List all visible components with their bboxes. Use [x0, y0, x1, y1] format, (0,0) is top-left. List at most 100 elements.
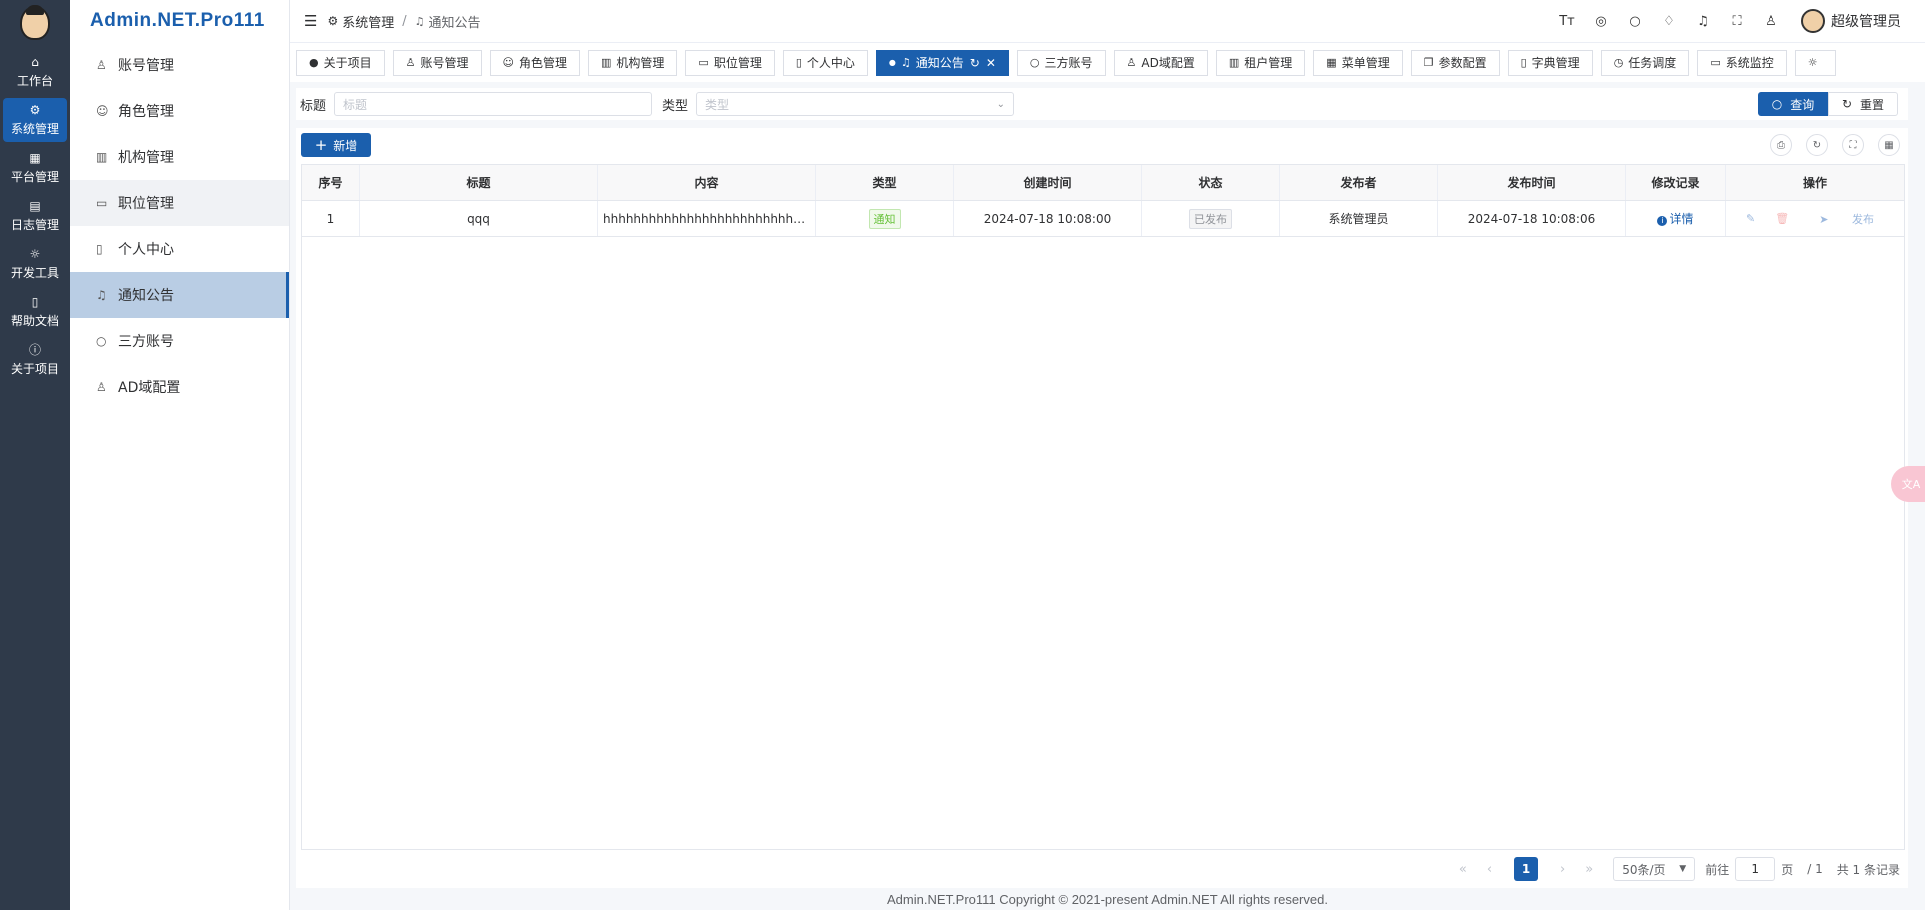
- table-row[interactable]: 1 qqq hhhhhhhhhhhhhhhhhhhhhhhhhhhhhhhhhh…: [302, 201, 1904, 237]
- publish-button[interactable]: ➤ 发布: [1809, 211, 1884, 227]
- building-icon: ▥: [96, 150, 108, 164]
- last-page-icon[interactable]: »: [1585, 862, 1593, 877]
- column-header[interactable]: 发布时间: [1438, 165, 1626, 200]
- reset-button[interactable]: ↻ 重置: [1828, 92, 1898, 116]
- tab-config[interactable]: ❐ 参数配置: [1410, 49, 1500, 76]
- tab-dict[interactable]: ▯ 字典管理: [1507, 49, 1593, 76]
- bell-icon[interactable]: ♫: [1693, 14, 1713, 29]
- sidebar-item-ad-config[interactable]: ♙ AD域配置: [70, 364, 289, 410]
- tab-more[interactable]: ☼: [1794, 49, 1836, 76]
- edit-icon[interactable]: ✎: [1746, 212, 1755, 225]
- column-header[interactable]: 状态: [1142, 165, 1280, 200]
- target-icon[interactable]: ◎: [1591, 14, 1611, 29]
- tab-tenants[interactable]: ▥ 租户管理: [1215, 49, 1306, 76]
- rail-item-platform[interactable]: ▦ 平台管理: [3, 146, 67, 190]
- column-header[interactable]: 类型: [816, 165, 954, 200]
- rail-item-about[interactable]: ⓘ 关于项目: [3, 338, 67, 382]
- tab-monitor[interactable]: ▭ 系统监控: [1697, 49, 1787, 76]
- refresh-icon[interactable]: ↻: [970, 56, 980, 70]
- column-header[interactable]: 序号: [302, 165, 360, 200]
- menu-toggle-icon[interactable]: ☰: [304, 12, 317, 30]
- brand-title: Admin.NET.Pro111: [90, 10, 265, 31]
- tab-profile[interactable]: ▯ 个人中心: [782, 49, 868, 76]
- fullscreen-icon[interactable]: ⛶: [1842, 134, 1864, 156]
- row-content-cell: hhhhhhhhhhhhhhhhhhhhhhhhhhhhhhhhhhhhhhhh…: [598, 201, 816, 236]
- breadcrumb-item[interactable]: 系统管理: [342, 12, 394, 31]
- tab-roles[interactable]: ☺ 角色管理: [489, 49, 580, 76]
- refresh-icon[interactable]: ↻: [1806, 134, 1828, 156]
- goto-page-input[interactable]: 1: [1735, 857, 1776, 881]
- delete-icon[interactable]: 🗑: [1775, 212, 1789, 225]
- sidebar-item-third-party[interactable]: ○ 三方账号: [70, 318, 289, 364]
- search-icon[interactable]: ○: [1625, 14, 1645, 29]
- columns-icon[interactable]: ▦: [1878, 134, 1900, 156]
- logo-avatar-icon: [20, 5, 50, 40]
- column-header[interactable]: 修改记录: [1626, 165, 1726, 200]
- row-publisher: 系统管理员: [1280, 201, 1438, 236]
- user-icon[interactable]: ♙: [1761, 14, 1781, 29]
- print-icon[interactable]: ⎙: [1770, 134, 1792, 156]
- sidebar-item-accounts[interactable]: ♙ 账号管理: [70, 42, 289, 88]
- rail-item-workbench[interactable]: ⌂ 工作台: [3, 50, 67, 94]
- tab-about[interactable]: ● 关于项目: [296, 49, 385, 76]
- sidebar-item-positions[interactable]: ▭ 职位管理: [70, 180, 289, 226]
- total-pages: / 1: [1807, 862, 1823, 876]
- query-button[interactable]: ○ 查询: [1758, 92, 1828, 116]
- info-icon: i: [1657, 216, 1668, 226]
- smile-icon: ☺: [502, 56, 514, 69]
- chevron-down-icon: ⌄: [996, 98, 1006, 110]
- page-number-current[interactable]: 1: [1514, 857, 1539, 881]
- prev-page-icon[interactable]: ‹: [1487, 862, 1492, 877]
- rail-item-logs[interactable]: ▤ 日志管理: [3, 194, 67, 238]
- tab-ad-config[interactable]: ♙ AD域配置: [1113, 49, 1208, 76]
- home-icon: ⌂: [31, 55, 39, 69]
- row-index: 1: [302, 201, 360, 236]
- translate-icon[interactable]: 文A: [1891, 466, 1925, 502]
- font-size-icon[interactable]: Tт: [1557, 14, 1577, 29]
- tabs-bar: ● 关于项目 ♙ 账号管理 ☺ 角色管理 ▥ 机构管理 ▭ 职位管理 ▯ 个人中心 ● ♫ 通知…: [290, 42, 1925, 82]
- sidebar-item-notices[interactable]: ♫ 通知公告: [70, 272, 289, 318]
- breadcrumb-separator: /: [402, 13, 407, 29]
- row-title: qqq: [360, 201, 598, 236]
- tab-jobs[interactable]: ◷ 任务调度: [1600, 49, 1690, 76]
- column-header[interactable]: 发布者: [1280, 165, 1438, 200]
- type-tag: 通知: [868, 208, 901, 229]
- sun-icon: ☼: [1807, 56, 1818, 69]
- table-header: 序号 标题 内容 类型 创建时间 状态 发布者 发布时间 修改记录 操作: [302, 165, 1904, 201]
- bell-icon: ♫: [96, 288, 107, 302]
- row-history-cell: i 详情: [1626, 201, 1726, 236]
- title-search-input[interactable]: 标题: [334, 92, 653, 116]
- tab-third-party[interactable]: ○ 三方账号: [1016, 49, 1106, 76]
- sidebar-item-profile[interactable]: ▯ 个人中心: [70, 226, 289, 272]
- page-size-select[interactable]: 50条/页 ▼: [1613, 857, 1696, 881]
- sidebar-item-roles[interactable]: ☺ 角色管理: [70, 88, 289, 134]
- column-header[interactable]: 标题: [360, 165, 598, 200]
- close-icon[interactable]: ✕: [986, 56, 996, 70]
- app-logo[interactable]: [0, 0, 70, 46]
- badge-icon: ▯: [96, 242, 103, 256]
- rail-item-help[interactable]: ▯ 帮助文档: [3, 290, 67, 334]
- history-detail-link[interactable]: i 详情: [1657, 210, 1694, 227]
- title-label: 标题: [300, 98, 327, 114]
- column-header[interactable]: 创建时间: [954, 165, 1142, 200]
- tab-positions[interactable]: ▭ 职位管理: [685, 49, 775, 76]
- tab-accounts[interactable]: ♙ 账号管理: [392, 49, 482, 76]
- sidebar-item-orgs[interactable]: ▥ 机构管理: [70, 134, 289, 180]
- rail-item-system[interactable]: ⚙ 系统管理: [3, 98, 67, 142]
- first-page-icon[interactable]: «: [1459, 862, 1467, 877]
- next-page-icon[interactable]: ›: [1560, 862, 1565, 877]
- row-published: 2024-07-18 10:08:06: [1438, 201, 1626, 236]
- add-button[interactable]: + 新增: [301, 133, 371, 157]
- tab-menus[interactable]: ▦ 菜单管理: [1313, 49, 1403, 76]
- table-toolbar: + 新增: [296, 128, 1908, 162]
- type-select[interactable]: 类型 ⌄: [696, 92, 1015, 116]
- user-menu[interactable]: 超级管理员: [1801, 9, 1901, 33]
- tab-notices[interactable]: ● ♫ 通知公告 ↻ ✕: [875, 49, 1009, 76]
- column-header[interactable]: 操作: [1726, 165, 1904, 200]
- tab-orgs[interactable]: ▥ 机构管理: [588, 49, 678, 76]
- column-header[interactable]: 内容: [598, 165, 816, 200]
- badge-icon: ▯: [795, 56, 802, 69]
- fullscreen-icon[interactable]: ⛶: [1727, 14, 1747, 29]
- rail-item-devtools[interactable]: ☼ 开发工具: [3, 242, 67, 286]
- shirt-icon[interactable]: ♢: [1659, 14, 1679, 29]
